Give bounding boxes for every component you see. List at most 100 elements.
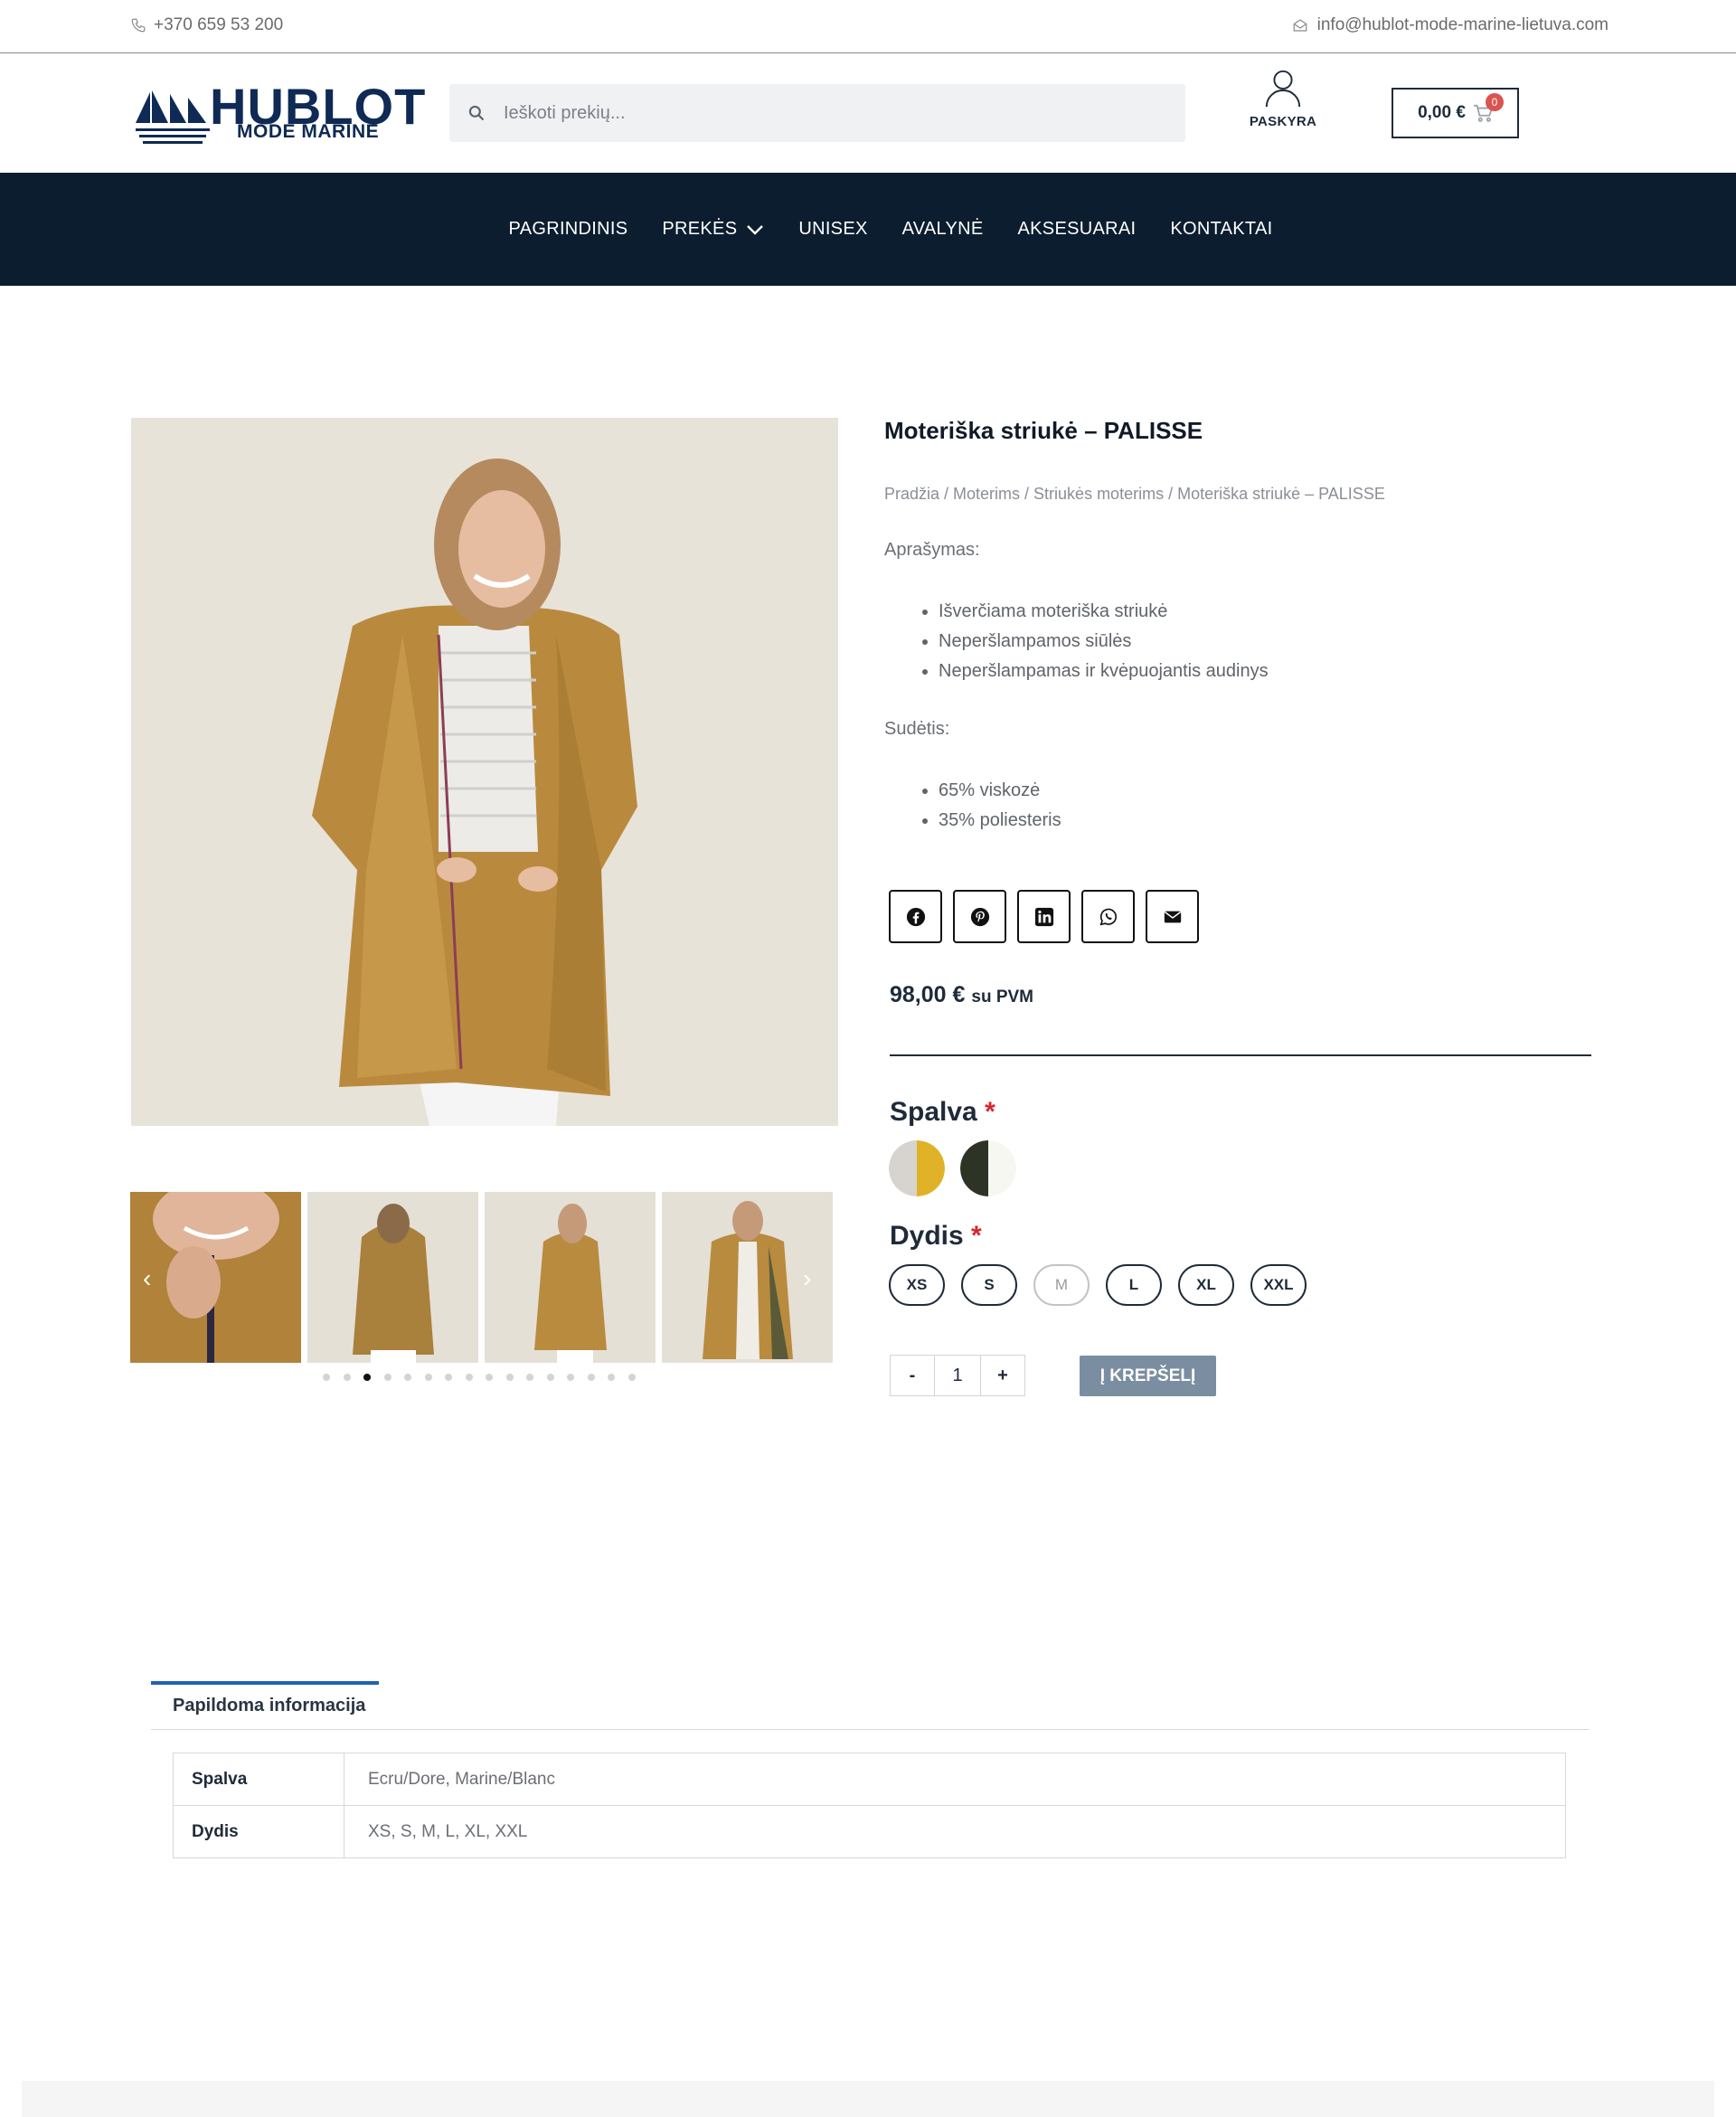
thumbnail-image[interactable] — [307, 1192, 478, 1363]
pagination-dot[interactable] — [404, 1374, 411, 1381]
composition-heading: Sudėtis: — [884, 719, 950, 739]
pagination-dot[interactable] — [486, 1374, 493, 1381]
phone-number: +370 659 53 200 — [154, 15, 284, 34]
thumbnail-carousel: ‹ › — [130, 1192, 854, 1364]
pagination-dot[interactable] — [627, 1374, 636, 1381]
size-option-xl[interactable]: XL — [1178, 1264, 1234, 1306]
nav-item-prekes[interactable]: PREKĖS — [662, 219, 764, 240]
pagination-dot[interactable] — [424, 1374, 432, 1381]
jacket-model-photo — [131, 418, 838, 1126]
share-pinterest-button[interactable] — [953, 890, 1006, 943]
required-mark: * — [985, 1097, 995, 1127]
thumbnail-image[interactable] — [485, 1192, 656, 1363]
size-option-l[interactable]: L — [1106, 1264, 1162, 1306]
product-title: Moteriška striukė – PALISSE — [884, 417, 1203, 444]
nav-item-pagrindinis[interactable]: PAGRINDINIS — [509, 219, 628, 240]
footer-edge — [22, 2081, 1714, 2117]
table-value: XS, S, M, L, XL, XXL — [344, 1805, 1566, 1858]
color-swatch-marine-blanc[interactable] — [960, 1140, 1016, 1196]
description-heading: Aprašymas: — [884, 540, 980, 560]
share-email-button[interactable] — [1146, 890, 1199, 943]
share-facebook-button[interactable] — [889, 890, 942, 943]
list-item: 65% viskozė — [939, 780, 1061, 801]
share-linkedin-button[interactable] — [1017, 890, 1071, 943]
quantity-increase-button[interactable]: + — [980, 1355, 1025, 1396]
size-label-text: Dydis — [890, 1221, 964, 1251]
nav-item-kontaktai[interactable]: KONTAKTAI — [1170, 219, 1272, 240]
required-mark: * — [971, 1221, 982, 1251]
nav-item-label: KONTAKTAI — [1170, 219, 1273, 239]
pagination-dot[interactable] — [505, 1374, 514, 1381]
pagination-dot[interactable] — [587, 1374, 595, 1381]
search-icon[interactable] — [467, 104, 486, 122]
share-whatsapp-button[interactable] — [1081, 890, 1135, 943]
table-row: Dydis XS, S, M, L, XL, XXL — [173, 1805, 1566, 1858]
main-nav: PAGRINDINIS PREKĖS UNISEX AVALYNĖ AKSESU… — [0, 173, 1736, 286]
account-link[interactable]: PASKYRA — [1248, 67, 1318, 129]
nav-item-unisex[interactable]: UNISEX — [798, 219, 867, 240]
site-logo[interactable]: HUBLOT MODE MARINE — [134, 81, 425, 144]
phone-icon — [131, 18, 146, 33]
table-row: Spalva Ecru/Dore, Marine/Blanc — [173, 1753, 1566, 1806]
size-option-xs[interactable]: XS — [889, 1264, 945, 1306]
price-amount: 98,00 € — [890, 982, 966, 1007]
phone-link[interactable]: +370 659 53 200 — [130, 15, 283, 35]
share-buttons — [889, 890, 1199, 943]
thumbnail-image[interactable] — [130, 1192, 301, 1363]
pagination-dot[interactable] — [445, 1374, 452, 1381]
pagination-dot[interactable] — [526, 1374, 533, 1381]
cart-button[interactable]: 0,00 € 0 — [1392, 88, 1519, 138]
top-bar: +370 659 53 200 info@hublot-mode-marine-… — [0, 0, 1736, 53]
envelope-icon — [1164, 911, 1181, 922]
nav-item-label: AKSESUARAI — [1017, 219, 1137, 239]
header: HUBLOT MODE MARINE PASKYRA 0,00 € 0 — [0, 54, 1736, 173]
color-label: Spalva * — [890, 1097, 995, 1128]
pagination-dot-active[interactable] — [363, 1374, 371, 1381]
additional-info-table: Spalva Ecru/Dore, Marine/Blanc Dydis XS,… — [173, 1753, 1566, 1858]
tab-active-indicator — [151, 1681, 379, 1685]
pagination-dot[interactable] — [465, 1374, 473, 1381]
pagination-dot[interactable] — [608, 1374, 615, 1381]
size-label: Dydis * — [890, 1221, 982, 1252]
whatsapp-icon — [1099, 908, 1117, 925]
shopping-cart-icon: 0 — [1473, 93, 1504, 122]
chevron-left-icon[interactable]: ‹ — [143, 1264, 151, 1293]
carousel-pagination — [323, 1374, 636, 1381]
pagination-dot[interactable] — [343, 1374, 351, 1381]
breadcrumb[interactable]: Pradžia / Moterims / Striukės moterims /… — [884, 485, 1385, 504]
logo-subtitle: MODE MARINE — [237, 121, 380, 142]
search-input[interactable] — [504, 84, 1173, 142]
nav-item-label: AVALYNĖ — [901, 219, 984, 239]
list-item: Neperšlampamos siūlės — [939, 631, 1269, 652]
size-option-xxl[interactable]: XXL — [1250, 1264, 1307, 1306]
nav-item-label: UNISEX — [798, 219, 868, 239]
list-item: Neperšlampamas ir kvėpuojantis audinys — [939, 661, 1269, 682]
product-main-image[interactable] — [131, 418, 838, 1126]
size-option-m[interactable]: M — [1033, 1264, 1090, 1306]
size-option-s[interactable]: S — [961, 1264, 1017, 1306]
cart-amount: 0,00 € — [1418, 103, 1466, 122]
pagination-dot[interactable] — [323, 1374, 330, 1381]
nav-item-aksesuarai[interactable]: AKSESUARAI — [1018, 219, 1137, 240]
pagination-dot[interactable] — [567, 1374, 574, 1381]
sailboat-logo-icon — [136, 90, 210, 144]
color-swatch-ecru-dore[interactable] — [889, 1140, 945, 1196]
pagination-dot[interactable] — [383, 1374, 392, 1381]
cart-count-badge: 0 — [1485, 93, 1504, 111]
chevron-right-icon[interactable]: › — [803, 1264, 811, 1293]
divider — [890, 1054, 1591, 1056]
description-list: Išverčiama moteriška striukė Neperšlampa… — [916, 601, 1269, 691]
price-vat-suffix: su PVM — [971, 988, 1033, 1007]
nav-item-avalyne[interactable]: AVALYNĖ — [902, 219, 984, 240]
pagination-dot[interactable] — [546, 1374, 554, 1381]
chevron-down-icon — [747, 224, 764, 235]
list-item: 35% poliesteris — [939, 810, 1061, 831]
color-label-text: Spalva — [890, 1097, 977, 1127]
add-to-cart-button[interactable]: Į KREPŠELĮ — [1080, 1356, 1216, 1396]
quantity-decrease-button[interactable]: - — [890, 1355, 935, 1396]
size-options: XS S M L XL XXL — [889, 1264, 1307, 1306]
tab-additional-info[interactable]: Papildoma informacija — [173, 1696, 365, 1716]
quantity-input[interactable]: 1 — [935, 1355, 980, 1396]
composition-list: 65% viskozė 35% poliesteris — [916, 780, 1061, 840]
email-link[interactable]: info@hublot-mode-marine-lietuva.com — [1292, 15, 1609, 35]
